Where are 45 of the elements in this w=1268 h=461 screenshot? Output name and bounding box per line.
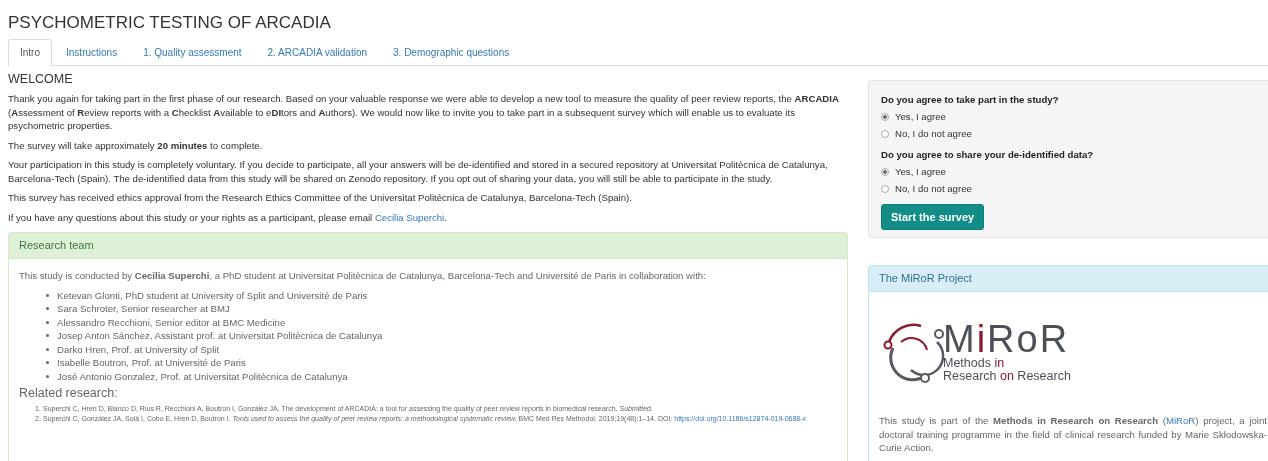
radio-label[interactable]: Yes, I agree	[895, 111, 946, 122]
panel-heading: Research team	[9, 233, 847, 259]
logo-title: MiRoR	[943, 321, 1071, 357]
tab[interactable]: 2. ARCADIA validation	[255, 39, 380, 65]
list-item: Darko Hren, Prof. at University of Split	[57, 342, 220, 356]
radio-label[interactable]: No, I do not agree	[895, 183, 972, 194]
paragraph: If you have any questions about this study or your rights as a participant, please email Cecilia Superchi.	[8, 210, 448, 224]
list-item: Isabelle Boutron, Prof. at Université de Paris	[57, 356, 246, 370]
bullet-icon	[46, 307, 49, 311]
page-title: PSYCHOMETRIC TESTING OF ARCADIA	[8, 12, 332, 33]
radio-button[interactable]	[881, 167, 889, 176]
subheading: Related research:	[19, 386, 119, 400]
radio-button[interactable]	[881, 184, 889, 193]
list-item: José Antonio Gonzalez, Prof. at Universitat Politècnica de Catalunya	[57, 369, 348, 383]
list-item: Alessandro Recchioni, Senior editor at BMC Medicine	[57, 315, 286, 329]
tab[interactable]: Intro	[8, 39, 52, 67]
list-item: Josep Anton Sánchez, Assistant prof. at Universitat Politècnica de Catalunya	[57, 329, 383, 343]
bullet-icon	[46, 320, 49, 324]
paragraph: This study is part of the Methods in Research on Research (MiRoR) project, a joint doctoral training programme in the field of clinical research funded by Marie Skłodowska-Curie Action.	[879, 414, 1267, 455]
panel-heading: The MiRoR Project	[869, 266, 1268, 292]
logo-tagline: Methods in	[943, 357, 1006, 370]
bullet-icon	[46, 347, 49, 351]
bullet-icon	[46, 293, 49, 297]
section-heading: WELCOME	[8, 72, 74, 86]
radio-button[interactable]	[881, 112, 889, 121]
bullet-icon	[46, 361, 49, 365]
paragraph: Your participation in this study is completely voluntary. If you decide to participate, all your answers will be de-identified and stored in a secured repository at Universitat Politècnica de Catalunya, Barcelona-Tech (Spain). The de-identified data from this study will be shared on Zenodo repository. If you opt out of sharing your data, you will still be able to participate in the study.	[8, 158, 829, 185]
logo-tagline: Research on Research	[943, 370, 1071, 383]
radio-label[interactable]: Yes, I agree	[895, 166, 946, 177]
tab[interactable]: Instructions	[54, 39, 130, 65]
paragraph: Thank you again for taking part in the first phase of our research. Based on your valuable response we were able to develop a new tool to measure the quality of peer review reports, the ARCADIA (Assessment of Review reports with a Checklist Available to eDItors and Authors). We would now like to invite you to take part in a subsequent survey which will enable us to evaluate its psychometric properties.	[8, 92, 840, 133]
radio-label[interactable]: No, I do not agree	[895, 128, 972, 139]
paragraph: This study is conducted by Cecilia Superchi, a PhD student at Universitat Politècnica de Catalunya, Barcelona-Tech and Université de Paris in collaboration with:	[19, 269, 707, 283]
list-item: Sara Schroter, Senior researcher at BMJ	[57, 302, 230, 316]
start-button[interactable]: Start the survey	[881, 204, 985, 230]
tab[interactable]: 3. Demographic questions	[381, 39, 522, 65]
bullet-icon	[46, 374, 49, 378]
paragraph: This survey has received ethics approval from the Research Ethics Committee of the Universitat Politècnica de Catalunya, Barcelona-Tech (Spain).	[8, 191, 633, 205]
question-label: Do you agree to take part in the study?	[881, 93, 1060, 106]
list-item: Ketevan Glonti, PhD student at University of Split and Université de Paris	[57, 288, 368, 302]
bullet-icon	[46, 334, 49, 338]
tab[interactable]: 1. Quality assessment	[131, 39, 254, 65]
radio-button[interactable]	[881, 129, 889, 138]
question-label: Do you agree to share your de-identified data?	[881, 148, 1095, 161]
paragraph: The survey will take approximately 20 minutes to complete.	[8, 138, 264, 152]
